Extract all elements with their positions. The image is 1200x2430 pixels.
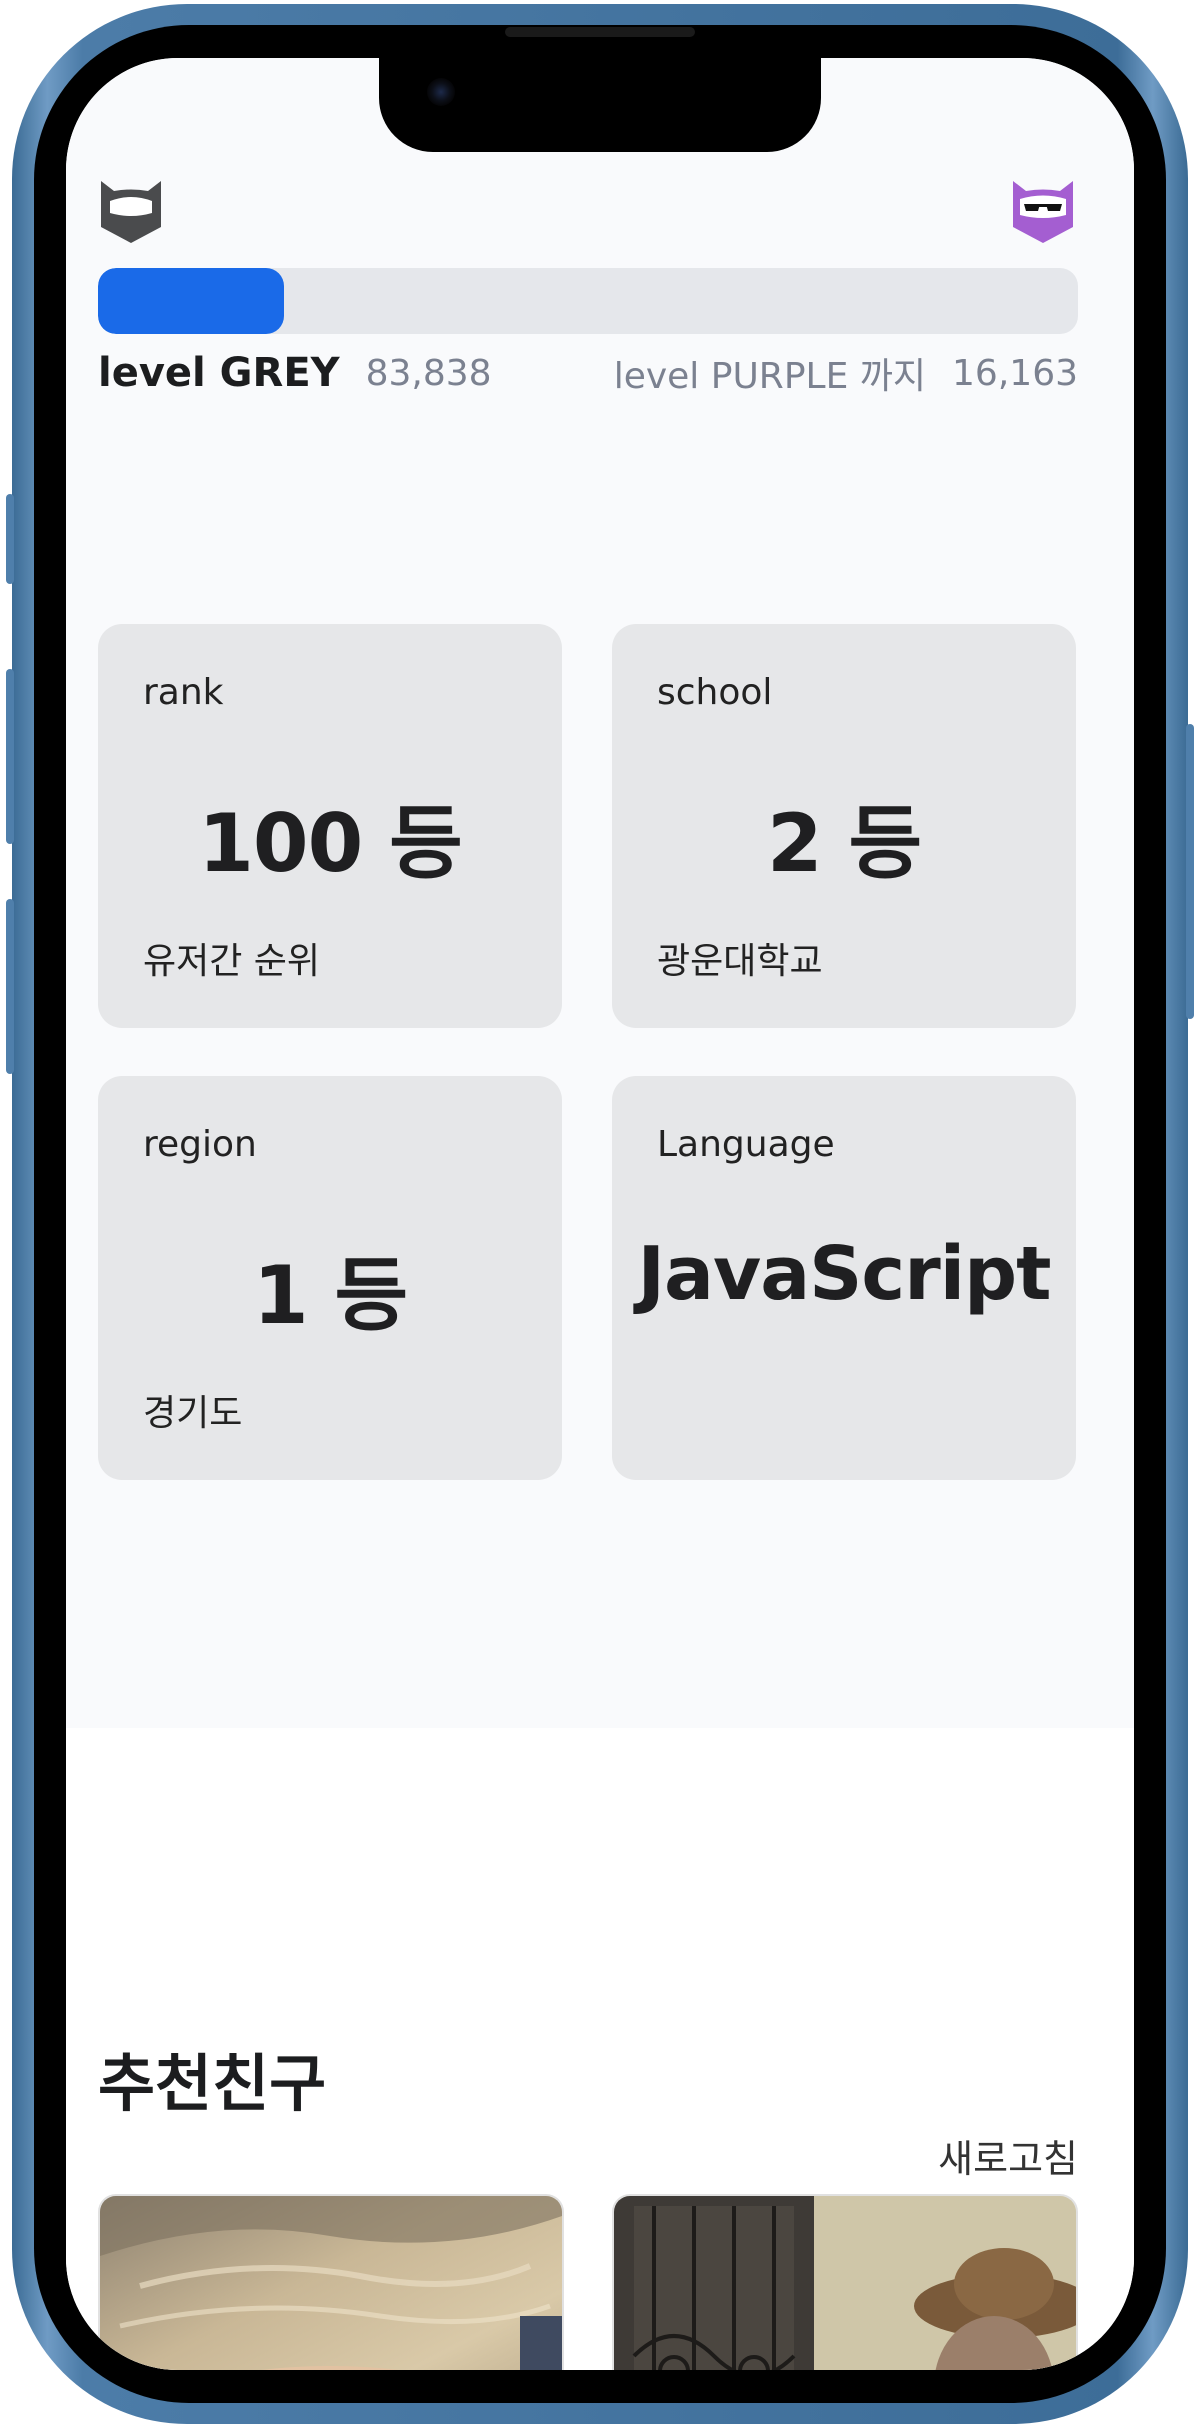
current-points: 83,838 [365,352,492,394]
mute-switch [6,494,14,584]
card-value: 1 등 [252,1249,408,1342]
card-subtitle: 유저간 순위 [143,941,321,982]
notch [379,58,821,152]
card-label: school [657,672,773,713]
blonde-person-photo [100,2196,562,2370]
recommended-friends-section: 추천친구 새로고침 [66,1728,1134,2370]
volume-up-button [6,669,14,844]
section-title: 추천친구 [98,2047,327,2120]
power-button [1186,724,1194,1019]
cowboy-hat-person-photo [614,2196,1076,2370]
level-stats-section: level GREY 83,838 level PURPLE 까지 16,163… [66,58,1134,1728]
friend-card[interactable] [98,2194,564,2370]
points-remaining: 16,163 [952,352,1078,394]
refresh-button[interactable]: 새로고침 [938,2128,1078,2183]
card-subtitle: 광운대학교 [657,941,823,982]
earpiece-speaker [505,27,695,37]
purple-cat-shield-icon [1013,181,1073,243]
level-progress-bar [98,268,1078,334]
screen: level GREY 83,838 level PURPLE 까지 16,163… [66,58,1134,2370]
level-progress-fill [98,268,285,334]
card-label: Language [657,1124,835,1165]
card-label: rank [143,672,224,713]
card-label: region [143,1124,257,1165]
card-value: 2 등 [766,797,922,890]
card-value: 100 등 [198,797,462,890]
front-camera [427,78,455,106]
grey-cat-shield-icon [101,181,161,243]
region-card[interactable]: region 1 등 경기도 [98,1076,562,1480]
level-info-row: level GREY 83,838 level PURPLE 까지 16,163 [98,348,1078,398]
next-level-label: level PURPLE 까지 [613,356,927,397]
language-card[interactable]: Language JavaScript [612,1076,1076,1480]
friend-card[interactable] [612,2194,1078,2370]
current-level: level GREY [98,350,340,396]
school-card[interactable]: school 2 등 광운대학교 [612,624,1076,1028]
card-subtitle: 경기도 [143,1393,243,1434]
rank-card[interactable]: rank 100 등 유저간 순위 [98,624,562,1028]
card-value: JavaScript [637,1231,1051,1317]
volume-down-button [6,899,14,1074]
